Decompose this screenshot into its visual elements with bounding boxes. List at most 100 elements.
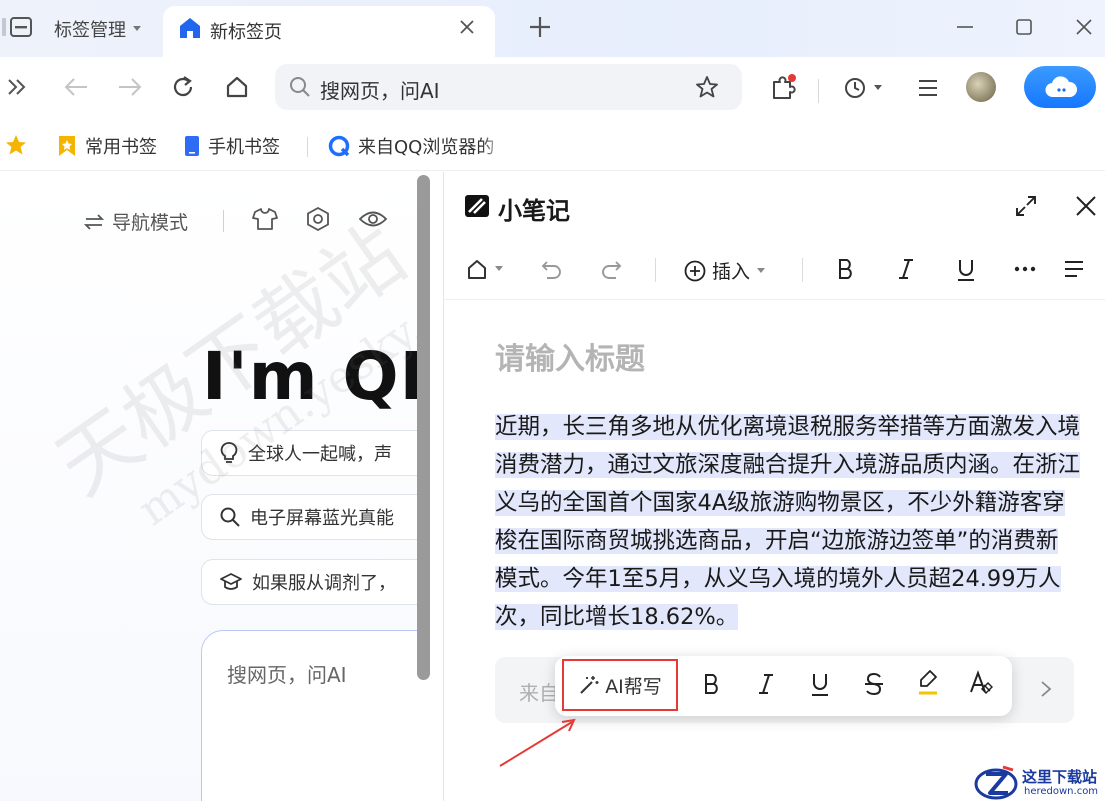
settings-hex-icon[interactable]	[305, 206, 331, 232]
selected-text: 近期，长三角多地从优化离境退税服务举措等方面激发入境消费潜力，通过文旅深度融合提…	[495, 414, 1081, 630]
scrollbar[interactable]	[417, 175, 430, 680]
search-icon	[220, 507, 240, 527]
magic-wand-icon	[580, 676, 599, 694]
tab-new-tab[interactable]: 新标签页	[163, 6, 495, 57]
site-logo-url: heredown.com	[1024, 786, 1099, 797]
sidebar-expand-icon[interactable]	[6, 76, 28, 98]
clear-format-icon[interactable]	[969, 670, 993, 696]
bookmark-divider	[307, 137, 308, 157]
float-bold-icon[interactable]	[703, 672, 721, 696]
note-title-input[interactable]: 请输入标题	[495, 334, 645, 378]
ai-search-box[interactable]: 搜网页，问AI	[201, 630, 430, 801]
bookmark-mobile[interactable]: 手机书签	[184, 133, 280, 159]
address-bar[interactable]: 搜网页，问AI	[275, 64, 742, 110]
site-logo: 这里下载站 heredown.com	[970, 764, 1105, 801]
expand-icon[interactable]	[1015, 195, 1037, 217]
home-tab-icon	[179, 17, 201, 39]
tshirt-skin-icon[interactable]	[252, 207, 278, 231]
swap-arrows-icon	[84, 213, 104, 230]
toolbar-divider	[802, 258, 803, 282]
chevron-right-icon[interactable]	[1040, 680, 1052, 698]
cloud-sync-button[interactable]	[1024, 66, 1096, 108]
italic-icon[interactable]	[897, 258, 915, 280]
bold-icon[interactable]	[837, 258, 855, 280]
home-icon[interactable]	[225, 75, 249, 99]
ai-write-label: AI帮写	[605, 675, 662, 698]
history-icon[interactable]	[843, 76, 883, 100]
bookmark-label: 来自QQ浏览器的	[358, 137, 495, 158]
highlight-marker-icon[interactable]	[916, 668, 940, 698]
plus-circle-icon	[684, 260, 706, 281]
suggestion-item[interactable]: 电子屏幕蓝光真能	[201, 494, 430, 540]
browser-toolbar: 搜网页，问AI	[0, 57, 1105, 119]
note-home-icon[interactable]	[467, 258, 509, 280]
note-toolbar: 插入	[444, 238, 1105, 300]
strikethrough-icon[interactable]	[864, 672, 884, 696]
caret-down-icon	[133, 26, 141, 31]
toolbar-divider	[818, 79, 819, 103]
divider	[223, 210, 224, 232]
window-close-button[interactable]	[1074, 17, 1094, 37]
suggestion-text: 全球人一起喊，声	[248, 444, 392, 465]
qq-browser-icon	[328, 135, 350, 157]
float-underline-icon[interactable]	[810, 672, 830, 698]
hero-title: I'm QB	[202, 338, 430, 415]
maximize-button[interactable]	[1014, 17, 1034, 37]
callout-arrow-icon	[499, 718, 576, 767]
eye-icon[interactable]	[358, 208, 388, 230]
extensions-puzzle-icon[interactable]	[770, 73, 798, 101]
nav-mode-toggle[interactable]: 导航模式	[84, 208, 188, 235]
suggestion-text: 电子屏幕蓝光真能	[250, 508, 394, 529]
back-arrow-icon[interactable]	[63, 76, 89, 98]
undo-icon[interactable]	[541, 259, 563, 279]
note-title-label: 小笔记	[498, 197, 570, 225]
note-panel: 小笔记 插入 请输入标题 近期，长三角多地从优化离境退税服务举措等方面激发入境消…	[443, 172, 1105, 801]
bookmarks-bar: 常用书签 手机书签 来自QQ浏览器的	[0, 119, 1105, 171]
caret-down-icon	[757, 267, 766, 273]
nav-mode-label: 导航模式	[112, 212, 189, 234]
bookmark-folder-icon	[59, 136, 75, 156]
insert-button[interactable]: 插入	[684, 257, 766, 284]
address-bar-placeholder: 搜网页，问AI	[320, 79, 440, 103]
forward-arrow-icon[interactable]	[117, 76, 143, 98]
tab-manager-button[interactable]: 标签管理	[54, 16, 142, 42]
search-icon	[289, 76, 311, 98]
suggestion-text: 如果服从调剂了，	[252, 573, 396, 594]
bookmark-common[interactable]: 常用书签	[57, 133, 157, 159]
bookmark-label: 手机书签	[208, 137, 280, 158]
note-logo-icon	[464, 194, 490, 218]
close-panel-icon[interactable]	[1075, 195, 1097, 217]
phone-bookmark-icon	[185, 136, 199, 156]
tab-strip: 标签管理 新标签页	[0, 0, 1105, 57]
graduation-cap-icon	[220, 573, 242, 590]
new-tab-page: 导航模式 I'm QB 全球人一起喊，声 电子屏幕蓝光真能 如果服从调剂了， 搜…	[0, 172, 430, 801]
tab-manager-icon[interactable]	[2, 16, 32, 38]
tab-manager-label: 标签管理	[54, 20, 126, 41]
reload-icon[interactable]	[171, 75, 195, 99]
avatar[interactable]	[966, 72, 996, 102]
ai-write-button[interactable]: AI帮写	[562, 659, 678, 711]
suggestion-item[interactable]: 如果服从调剂了，	[201, 559, 430, 605]
lightbulb-icon	[220, 442, 238, 463]
toolbar-divider	[655, 258, 656, 282]
source-label: 来自	[519, 681, 559, 705]
redo-icon[interactable]	[600, 259, 622, 279]
ai-search-placeholder: 搜网页，问AI	[227, 663, 347, 687]
align-icon[interactable]	[1063, 260, 1085, 278]
minimize-button[interactable]	[955, 17, 975, 37]
new-tab-button[interactable]	[528, 15, 552, 39]
site-logo-name: 这里下载站	[1022, 768, 1098, 786]
favorites-star-icon[interactable]	[4, 133, 28, 157]
site-logo-icon	[974, 765, 1018, 800]
bookmark-label: 常用书签	[85, 137, 157, 158]
menu-icon[interactable]	[917, 78, 939, 98]
tab-label: 新标签页	[210, 22, 282, 43]
float-italic-icon[interactable]	[757, 672, 775, 696]
note-body-text[interactable]: 近期，长三角多地从优化离境退税服务举措等方面激发入境消费潜力，通过文旅深度融合提…	[495, 408, 1081, 636]
suggestion-item[interactable]: 全球人一起喊，声	[201, 430, 430, 476]
star-bookmark-icon[interactable]	[695, 75, 719, 99]
more-options-icon[interactable]	[1014, 266, 1036, 272]
close-tab-icon[interactable]	[458, 18, 476, 36]
underline-icon[interactable]	[956, 258, 976, 282]
bookmark-from-qq[interactable]: 来自QQ浏览器的	[328, 133, 504, 159]
